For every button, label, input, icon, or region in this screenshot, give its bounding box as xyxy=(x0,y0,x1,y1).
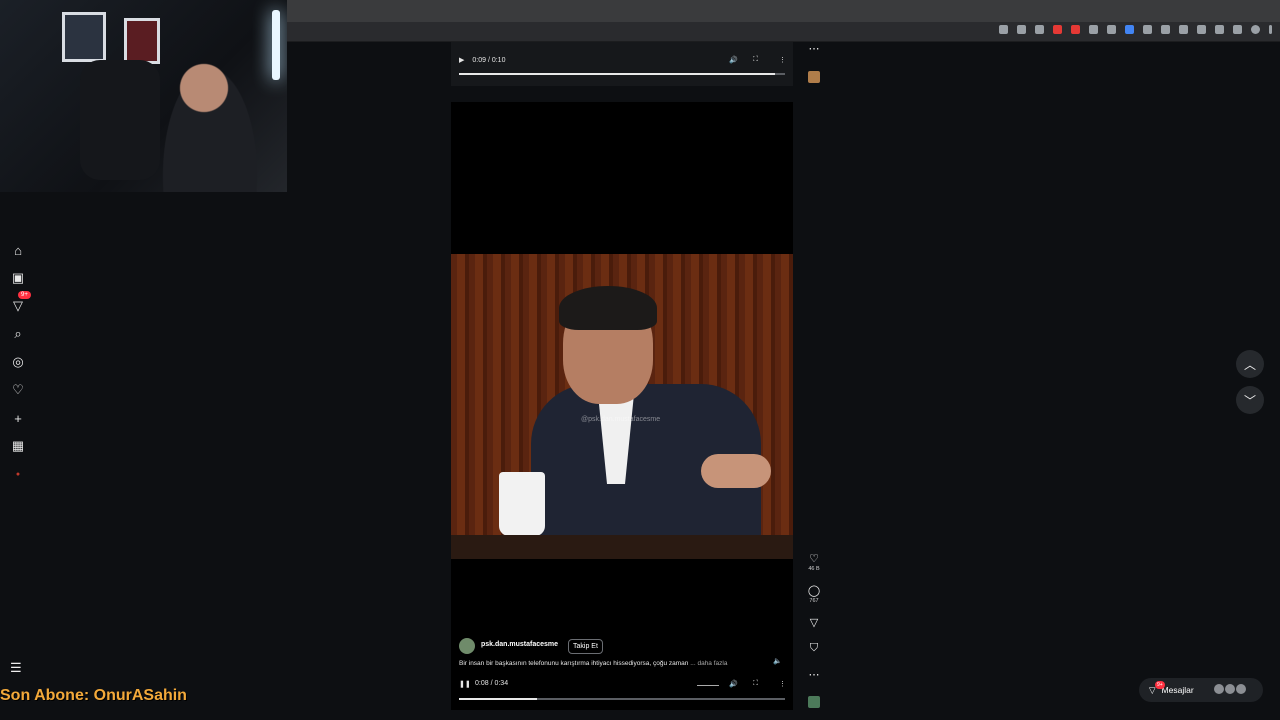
extension-icon[interactable] xyxy=(1197,25,1206,34)
video-watermark: @psk.dan.mustafacesme xyxy=(581,416,661,423)
more-icon[interactable]: ⋮ xyxy=(779,680,786,688)
comment-button[interactable]: ◯ 767 xyxy=(802,584,826,604)
avatar xyxy=(1214,684,1224,694)
more-options-icon[interactable]: ⋯ xyxy=(802,668,826,681)
wall-frame xyxy=(62,12,106,62)
menu-icon[interactable]: ☰ xyxy=(10,660,26,676)
comment-count: 767 xyxy=(809,598,819,604)
extension-icon[interactable] xyxy=(1143,25,1152,34)
light-tube xyxy=(272,10,280,80)
video-controls: ▶ 0:09 / 0:10 🔊 ⛶ ⋮ xyxy=(459,54,786,66)
webcam-overlay xyxy=(0,0,287,192)
mute-icon[interactable]: 🔈 xyxy=(773,657,785,669)
more-link[interactable]: ... daha fazla xyxy=(690,660,727,667)
more-icon[interactable]: ⋮ xyxy=(779,56,786,64)
messages-button[interactable]: ▽ 9+ Mesajlar xyxy=(1139,678,1263,702)
fullscreen-icon[interactable]: ⛶ xyxy=(753,56,758,64)
volume-slider[interactable] xyxy=(697,685,719,686)
browser-extensions xyxy=(999,25,1272,34)
reel-video[interactable]: @psk.dan.mustafacesme psk.dan.mustafaces… xyxy=(451,102,793,710)
search-icon[interactable]: ⌕ xyxy=(8,324,28,344)
volume-icon[interactable]: 🔊 xyxy=(729,56,738,64)
video-time: 0:08 / 0:34 xyxy=(475,680,509,687)
heart-icon[interactable]: ♡ xyxy=(8,380,28,400)
messages-label: Mesajlar xyxy=(1161,685,1194,695)
progress-fill xyxy=(459,698,538,700)
message-avatars xyxy=(1214,684,1246,694)
more-options-icon[interactable]: ⋯ xyxy=(802,42,826,55)
notification-badge: 9+ xyxy=(18,291,31,299)
audio-thumbnail[interactable] xyxy=(808,71,820,83)
extension-icon[interactable] xyxy=(1071,25,1080,34)
pause-icon[interactable]: ❚❚ xyxy=(459,680,471,688)
home-icon[interactable]: ⌂ xyxy=(8,240,28,260)
share-icon[interactable]: ▽ xyxy=(802,616,826,629)
streamer xyxy=(150,40,270,192)
extension-icon[interactable] xyxy=(999,25,1008,34)
avatar xyxy=(1236,684,1246,694)
table xyxy=(451,535,793,559)
messages-badge: 9+ xyxy=(1155,681,1165,689)
hair xyxy=(559,286,657,330)
extension-icon[interactable] xyxy=(1125,25,1134,34)
reel-actions: ⋯ ♡ 46 B ◯ 767 ▽ ⛉ ⋯ xyxy=(802,40,826,720)
previous-video[interactable]: ▶ 0:09 / 0:10 🔊 ⛶ ⋮ xyxy=(451,42,793,86)
extension-icon[interactable] xyxy=(1053,25,1062,34)
extension-icon[interactable] xyxy=(1161,25,1170,34)
chair xyxy=(80,60,160,180)
progress-fill xyxy=(459,73,776,75)
profile-icon[interactable]: ● xyxy=(8,464,28,484)
extension-icon[interactable] xyxy=(1233,25,1242,34)
extension-icon[interactable] xyxy=(1215,25,1224,34)
stream-overlay-text: Son Abone: OnurASahin xyxy=(0,687,187,704)
avatar[interactable] xyxy=(459,638,475,654)
comment-icon[interactable]: ◯ xyxy=(808,585,820,597)
progress-bar[interactable] xyxy=(459,698,785,700)
extension-icon[interactable] xyxy=(1107,25,1116,34)
extension-icon[interactable] xyxy=(1017,25,1026,34)
profile-avatar[interactable] xyxy=(1251,25,1260,34)
username[interactable]: psk.dan.mustafacesme xyxy=(481,641,558,648)
like-count: 46 B xyxy=(808,566,820,572)
next-reel-button[interactable]: ﹀ xyxy=(1236,386,1264,414)
create-icon[interactable]: + xyxy=(8,408,28,428)
avatar xyxy=(1225,684,1235,694)
save-icon[interactable]: ⛉ xyxy=(802,642,826,655)
direct-icon[interactable]: ▽ 9+ xyxy=(8,291,31,316)
fullscreen-icon[interactable]: ⛶ xyxy=(753,680,758,688)
video-controls: ❚❚ 0:08 / 0:34 🔊 ⛶ ⋮ xyxy=(459,680,786,692)
video-time: 0:09 / 0:10 xyxy=(472,56,506,64)
previous-reel-button[interactable]: ︿ xyxy=(1236,350,1264,378)
reels-icon[interactable]: ▣ xyxy=(8,268,28,288)
explore-icon[interactable]: ◎ xyxy=(8,352,28,372)
caption: Bir insan bir başkasının telefonunu karı… xyxy=(459,660,727,667)
hand xyxy=(701,454,771,488)
progress-bar[interactable] xyxy=(459,73,785,75)
like-button[interactable]: ♡ 46 B xyxy=(802,552,826,572)
heart-icon[interactable]: ♡ xyxy=(809,553,819,565)
mug xyxy=(499,472,545,536)
extension-icon[interactable] xyxy=(1035,25,1044,34)
dashboard-icon[interactable]: ▦ xyxy=(8,436,28,456)
volume-icon[interactable]: 🔊 xyxy=(729,680,738,688)
video-frame: @psk.dan.mustafacesme xyxy=(451,254,793,559)
extension-icon[interactable] xyxy=(1179,25,1188,34)
follow-button[interactable]: Takip Et xyxy=(568,639,603,654)
play-icon[interactable]: ▶ xyxy=(459,56,464,64)
caption-text: Bir insan bir başkasının telefonunu karı… xyxy=(459,660,689,667)
browser-menu-icon[interactable] xyxy=(1269,25,1272,34)
audio-thumbnail[interactable] xyxy=(808,696,820,708)
extension-icon[interactable] xyxy=(1089,25,1098,34)
